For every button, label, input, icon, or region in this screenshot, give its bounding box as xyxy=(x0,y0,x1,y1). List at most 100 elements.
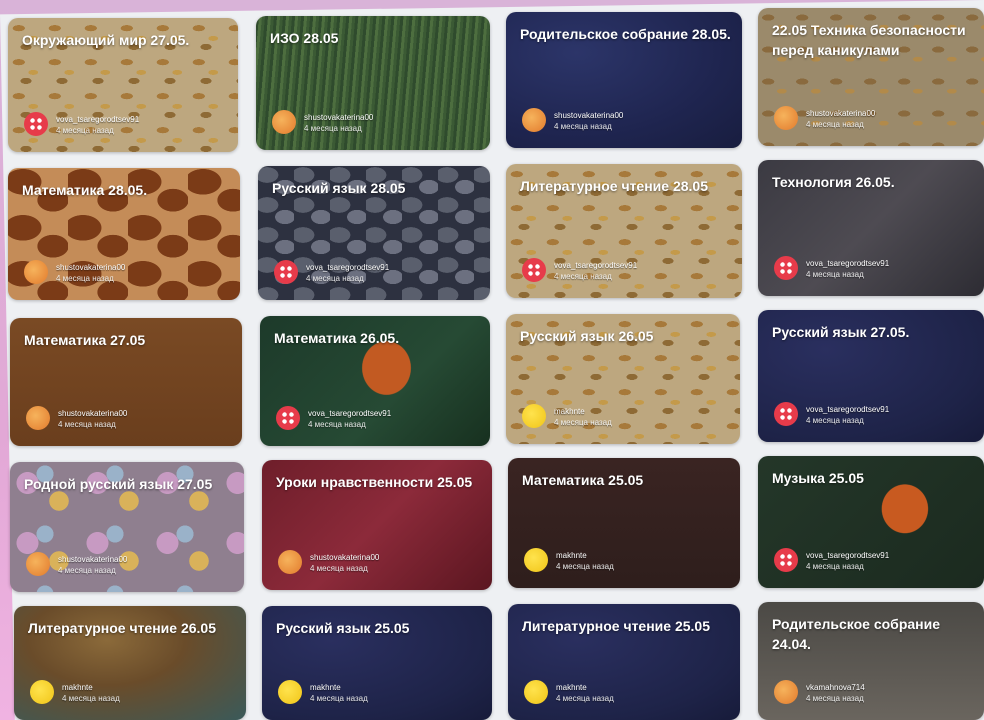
avatar xyxy=(774,256,798,280)
card-title: Родительское собрание 24.04. xyxy=(772,616,940,652)
card-author: vova_tsaregorodtsev91 xyxy=(308,409,392,418)
card-time: 4 месяца назад xyxy=(308,420,366,429)
card-meta: shustovakaterina00 4 месяца назад xyxy=(58,408,127,430)
avatar xyxy=(26,406,50,430)
card-muzyka-25-05[interactable]: Музыка 25.05 vova_tsaregorodtsev91 4 мес… xyxy=(758,456,984,588)
card-author: shustovakaterina00 xyxy=(56,263,126,272)
avatar xyxy=(278,550,302,574)
card-time: 4 месяца назад xyxy=(58,566,116,575)
card-title: Математика 28.05. xyxy=(22,182,148,198)
card-meta: shustovakaterina00 4 месяца назад xyxy=(806,108,875,130)
avatar xyxy=(272,110,296,134)
card-author: makhnte xyxy=(310,683,341,692)
card-meta: makhnte 4 месяца назад xyxy=(310,682,368,704)
avatar xyxy=(30,680,54,704)
card-time: 4 месяца назад xyxy=(62,694,120,703)
card-time: 4 месяца назад xyxy=(56,126,114,135)
card-matematika-27-05[interactable]: Математика 27.05 shustovakaterina00 4 ме… xyxy=(10,318,242,446)
card-russkiy-yazyk-25-05[interactable]: Русский язык 25.05 makhnte 4 месяца наза… xyxy=(262,606,492,720)
card-russkiy-yazyk-26-05[interactable]: Русский язык 26.05 makhnte 4 месяца наза… xyxy=(506,314,740,444)
card-uroki-nravstvennosti-25-05[interactable]: Уроки нравственности 25.05 shustovakater… xyxy=(262,460,492,590)
card-author: shustovakaterina00 xyxy=(58,555,128,564)
avatar xyxy=(524,548,548,572)
card-meta: makhnte 4 месяца назад xyxy=(554,406,612,428)
card-title: Математика 25.05 xyxy=(522,472,644,488)
card-time: 4 месяца назад xyxy=(58,420,116,429)
avatar xyxy=(24,112,48,136)
card-author: shustovakaterina00 xyxy=(304,113,374,122)
card-time: 4 месяца назад xyxy=(556,562,614,571)
card-author: makhnte xyxy=(62,683,93,692)
card-title: Русский язык 28.05 xyxy=(272,180,406,196)
card-author: shustovakaterina00 xyxy=(806,109,876,118)
card-time: 4 месяца назад xyxy=(806,694,864,703)
card-author: vova_tsaregorodtsev91 xyxy=(806,259,890,268)
card-time: 4 месяца назад xyxy=(554,122,612,131)
card-time: 4 месяца назад xyxy=(556,694,614,703)
card-title: Окружающий мир 27.05. xyxy=(22,32,190,48)
card-author: vova_tsaregorodtsev91 xyxy=(554,261,638,270)
avatar xyxy=(774,402,798,426)
card-russkiy-yazyk-28-05[interactable]: Русский язык 28.05 vova_tsaregorodtsev91… xyxy=(258,166,490,300)
card-time: 4 месяца назад xyxy=(56,274,114,283)
card-author: makhnte xyxy=(554,407,585,416)
avatar xyxy=(774,106,798,130)
card-matematika-26-05[interactable]: Математика 26.05. vova_tsaregorodtsev91 … xyxy=(260,316,490,446)
avatar xyxy=(274,260,298,284)
avatar xyxy=(26,552,50,576)
card-meta: makhnte 4 месяца назад xyxy=(556,682,614,704)
card-meta: vova_tsaregorodtsev91 4 месяца назад xyxy=(554,260,637,282)
card-time: 4 месяца назад xyxy=(304,124,362,133)
card-title: Родительское собрание 28.05. xyxy=(520,26,731,42)
card-meta: shustovakaterina00 4 месяца назад xyxy=(58,554,127,576)
card-roditelskoe-sobranie-24-04[interactable]: Родительское собрание 24.04. vkamahnova7… xyxy=(758,602,984,720)
card-title: Технология 26.05. xyxy=(772,174,895,190)
card-time: 4 месяца назад xyxy=(554,418,612,427)
card-author: makhnte xyxy=(556,551,587,560)
card-literaturnoe-chtenie-26-05[interactable]: Литературное чтение 26.05 makhnte 4 меся… xyxy=(14,606,246,720)
card-roditelskoe-sobranie-28-05[interactable]: Родительское собрание 28.05. shustovakat… xyxy=(506,12,742,148)
card-meta: vova_tsaregorodtsev91 4 месяца назад xyxy=(806,258,889,280)
card-meta: shustovakaterina00 4 месяца назад xyxy=(554,110,623,132)
card-matematika-25-05[interactable]: Математика 25.05 makhnte 4 месяца назад xyxy=(508,458,740,588)
card-meta: vova_tsaregorodtsev91 4 месяца назад xyxy=(308,408,391,430)
card-meta: vova_tsaregorodtsev91 4 месяца назад xyxy=(306,262,389,284)
card-matematika-28-05[interactable]: Математика 28.05. shustovakaterina00 4 м… xyxy=(8,168,240,300)
card-title: Русский язык 25.05 xyxy=(276,620,410,636)
avatar xyxy=(522,404,546,428)
card-title: Уроки нравственности 25.05 xyxy=(276,474,473,490)
card-title: Литературное чтение 26.05 xyxy=(28,620,216,636)
card-author: shustovakaterina00 xyxy=(310,553,380,562)
card-literaturnoe-chtenie-28-05[interactable]: Литературное чтение 28.05 vova_tsaregoro… xyxy=(506,164,742,298)
card-meta: vova_tsaregorodtsev91 4 месяца назад xyxy=(806,404,889,426)
card-meta: vova_tsaregorodtsev91 4 месяца назад xyxy=(806,550,889,572)
card-tekhnika-bezopasnosti[interactable]: 22.05 Техника безопасности перед каникул… xyxy=(758,8,984,146)
card-title: Литературное чтение 25.05 xyxy=(522,618,710,634)
card-author: shustovakaterina00 xyxy=(58,409,128,418)
card-meta: shustovakaterina00 4 месяца назад xyxy=(56,262,125,284)
card-title: Русский язык 26.05 xyxy=(520,328,654,344)
card-title: Русский язык 27.05. xyxy=(772,324,910,340)
card-author: vova_tsaregorodtsev91 xyxy=(806,551,890,560)
card-time: 4 месяца назад xyxy=(806,270,864,279)
card-time: 4 месяца назад xyxy=(310,564,368,573)
card-title: Математика 27.05 xyxy=(24,332,146,348)
card-author: vkamahnova714 xyxy=(806,683,865,692)
card-russkiy-yazyk-27-05[interactable]: Русский язык 27.05. vova_tsaregorodtsev9… xyxy=(758,310,984,442)
card-tekhnologiya-26-05[interactable]: Технология 26.05. vova_tsaregorodtsev91 … xyxy=(758,160,984,296)
avatar xyxy=(774,680,798,704)
avatar xyxy=(524,680,548,704)
card-time: 4 месяца назад xyxy=(554,272,612,281)
card-izo-28-05[interactable]: ИЗО 28.05 shustovakaterina00 4 месяца на… xyxy=(256,16,490,150)
card-title: 22.05 Техника безопасности перед каникул… xyxy=(772,22,966,58)
card-author: vova_tsaregorodtsev91 xyxy=(56,115,140,124)
card-time: 4 месяца назад xyxy=(306,274,364,283)
card-literaturnoe-chtenie-25-05[interactable]: Литературное чтение 25.05 makhnte 4 меся… xyxy=(508,604,740,720)
avatar xyxy=(276,406,300,430)
card-meta: makhnte 4 месяца назад xyxy=(556,550,614,572)
card-rodnoy-russkiy-yazyk-27-05[interactable]: Родной русский язык 27.05 shustovakateri… xyxy=(10,462,244,592)
card-okruzhayushchiy-mir-27-05[interactable]: Окружающий мир 27.05. vova_tsaregorodtse… xyxy=(8,18,238,152)
avatar xyxy=(774,548,798,572)
card-author: shustovakaterina00 xyxy=(554,111,624,120)
card-author: makhnte xyxy=(556,683,587,692)
